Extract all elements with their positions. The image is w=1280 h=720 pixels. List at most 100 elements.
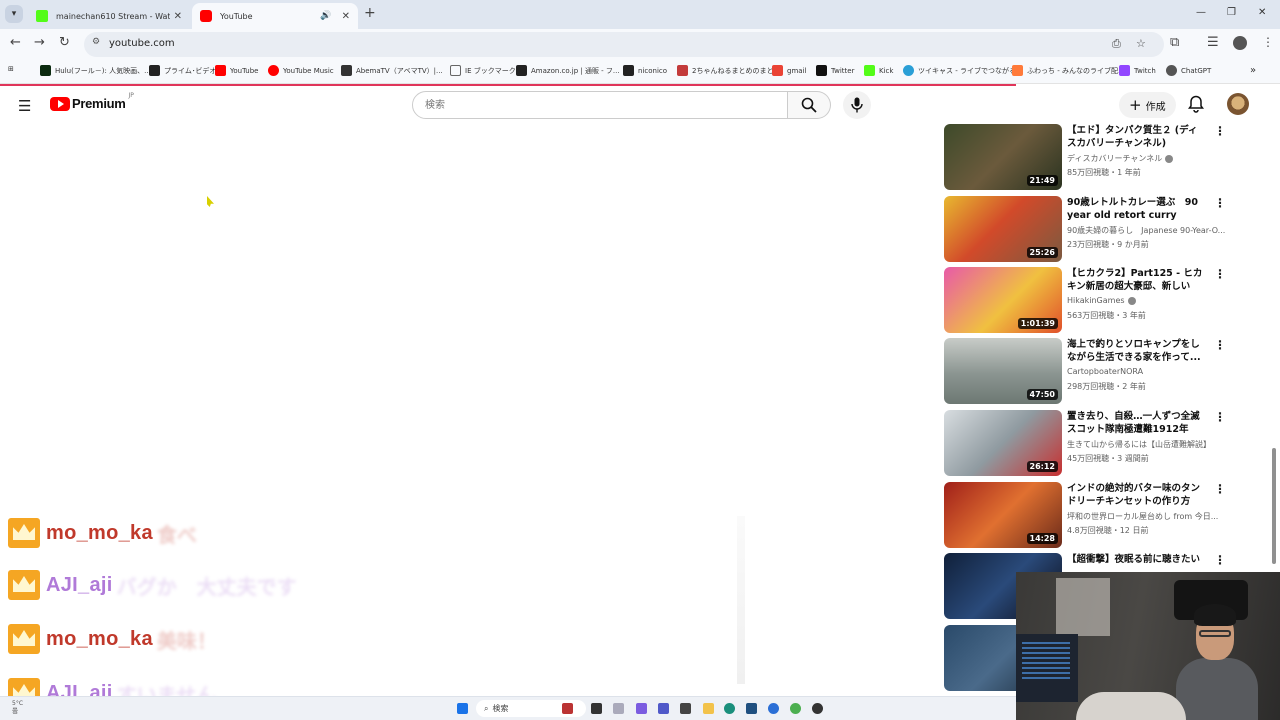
video-title[interactable]: 90歳レトルトカレー選ぶ 90 year old retort curry se… (1067, 196, 1205, 222)
bookmark-item[interactable]: Amazon.co.jp | 通販 - フ... (516, 65, 620, 76)
channel-name[interactable]: 90歳夫婦の暮らし Japanese 90-Year-O... (1067, 225, 1227, 236)
obs-icon[interactable] (812, 703, 823, 714)
video-title[interactable]: 【エド】タンパク質生２ (ディスカバリーチャンネル) (1067, 124, 1205, 150)
channel-name[interactable]: CartopboaterNORA (1067, 367, 1227, 376)
video-duration: 26:12 (1026, 461, 1058, 472)
channel-name[interactable]: 坪和の世界ローカル屋台めし from 今日... (1067, 511, 1227, 522)
menu-icon[interactable]: ☰ (18, 97, 31, 115)
video-thumbnail[interactable]: 47:50 (944, 338, 1062, 404)
restore-icon[interactable]: ❐ (1227, 7, 1236, 18)
more-actions-icon[interactable]: ⋮ (1214, 482, 1226, 496)
bookmark-item[interactable]: プライム･ビデオ (149, 65, 216, 76)
profile-avatar[interactable] (1233, 36, 1247, 50)
terminal-icon[interactable] (680, 703, 691, 714)
browser-menu-icon[interactable]: ⋮ (1262, 35, 1274, 49)
channel-name[interactable]: ディスカバリーチャンネル (1067, 153, 1227, 164)
recommended-video[interactable]: 21:49 【エド】タンパク質生２ (ディスカバリーチャンネル) ディスカバリー… (944, 124, 1234, 190)
new-tab-button[interactable]: + (364, 5, 376, 21)
youtube-icon (215, 65, 226, 76)
bookmark-item[interactable]: ツイキャス - ライブでつながる... (903, 65, 1023, 76)
start-menu-icon[interactable] (457, 703, 468, 714)
bookmark-label: YouTube Music (283, 66, 334, 75)
address-bar[interactable]: ⚙ youtube.com ⎙ ☆ (84, 32, 1164, 57)
widget-icon[interactable] (562, 703, 573, 714)
bookmark-item[interactable]: niconico (623, 65, 667, 76)
more-actions-icon[interactable]: ⋮ (1214, 124, 1226, 138)
reading-list-icon[interactable]: ☰ (1207, 35, 1219, 50)
video-thumbnail[interactable]: 21:49 (944, 124, 1062, 190)
bookmarks-overflow-icon[interactable]: » (1250, 65, 1256, 76)
weather-widget[interactable]: 5°C 曇 (12, 700, 23, 716)
teams-icon[interactable] (658, 703, 669, 714)
bookmark-item[interactable]: ふわっち - みんなのライブ配... (1012, 65, 1125, 76)
youtube-icon (200, 10, 212, 22)
more-actions-icon[interactable]: ⋮ (1214, 338, 1226, 352)
close-tab-icon[interactable]: ✕ (342, 11, 350, 22)
more-actions-icon[interactable]: ⋮ (1214, 410, 1226, 424)
bookmark-item[interactable]: YouTube (215, 65, 258, 76)
speaker-icon[interactable]: 🔊 (320, 11, 331, 21)
tab-kick-stream[interactable]: mainechan610 Stream - Watch Live o ✕ (28, 3, 190, 29)
page-scrollbar[interactable] (1272, 448, 1276, 564)
recommended-video[interactable]: 1:01:39 【ヒカクラ2】Part125 - ヒカキン新居の超大豪邸、新しい… (944, 267, 1234, 333)
video-title[interactable]: 置き去り、自殺…一人ずつ全滅 スコット隊南極遭難1912年【... (1067, 410, 1205, 436)
bookmark-label: Twitch (1134, 66, 1156, 75)
bookmark-folder[interactable]: IE ブックマーク (450, 65, 516, 76)
channel-name[interactable]: HikakinGames (1067, 296, 1227, 305)
tab-search-icon[interactable]: ▾ (5, 5, 23, 23)
close-window-icon[interactable]: ✕ (1258, 7, 1266, 18)
minimize-icon[interactable]: — (1196, 7, 1206, 18)
bookmark-item[interactable]: ChatGPT (1166, 65, 1211, 76)
bookmark-item[interactable]: Twitter (816, 65, 854, 76)
forward-icon[interactable]: → (34, 35, 45, 50)
bookmark-item[interactable]: Twitch (1119, 65, 1156, 76)
close-tab-icon[interactable]: ✕ (174, 11, 182, 22)
task-view-icon[interactable] (591, 703, 602, 714)
video-title[interactable]: 【超衝撃】夜眠る前に聴きたい (1067, 553, 1205, 566)
video-thumbnail[interactable]: 14:28 (944, 482, 1062, 548)
bookmark-item[interactable]: YouTube Music (268, 65, 334, 76)
bookmark-item[interactable]: gmail (772, 65, 806, 76)
youtube-logo[interactable]: Premium JP (50, 92, 134, 111)
video-title[interactable]: 【ヒカクラ2】Part125 - ヒカキン新居の超大豪邸、新しい家... (1067, 267, 1205, 293)
channel-name[interactable]: 生きて山から帰るには【山岳遭難解説】 (1067, 439, 1227, 450)
install-icon[interactable]: ⎙ (1112, 37, 1121, 51)
facebook-icon[interactable] (768, 703, 779, 714)
recommended-video[interactable]: 25:26 90歳レトルトカレー選ぶ 90 year old retort cu… (944, 196, 1234, 262)
account-avatar[interactable] (1227, 93, 1249, 115)
video-thumbnail[interactable]: 26:12 (944, 410, 1062, 476)
chrome-icon[interactable] (790, 703, 801, 714)
recommended-video[interactable]: 47:50 海上で釣りとソロキャンプをしながら生活できる家を作って... Car… (944, 338, 1234, 404)
create-button[interactable]: + 作成 (1119, 92, 1176, 118)
video-title[interactable]: インドの絶対的バター味のタンドリーチキンセットの作り方 /... (1067, 482, 1205, 508)
file-explorer-icon[interactable] (703, 703, 714, 714)
more-actions-icon[interactable]: ⋮ (1214, 196, 1226, 210)
more-actions-icon[interactable]: ⋮ (1214, 553, 1226, 567)
bookmark-label: gmail (787, 66, 807, 75)
tab-youtube[interactable]: YouTube 🔊 ✕ (192, 3, 358, 29)
back-icon[interactable]: ← (10, 35, 21, 50)
bookmark-star-icon[interactable]: ☆ (1136, 37, 1146, 50)
store-icon[interactable] (746, 703, 757, 714)
voice-search-button[interactable] (843, 91, 871, 119)
bookmark-item[interactable]: Kick (864, 65, 893, 76)
reload-icon[interactable]: ↻ (59, 35, 70, 50)
itunes-icon[interactable] (613, 703, 624, 714)
recommended-video[interactable]: 26:12 置き去り、自殺…一人ずつ全滅 スコット隊南極遭難1912年【... … (944, 410, 1234, 476)
bookmark-item[interactable]: AbemaTV（アベマTV）|... (341, 65, 443, 76)
video-thumbnail[interactable]: 25:26 (944, 196, 1062, 262)
search-button[interactable] (788, 91, 831, 119)
edge-icon[interactable] (724, 703, 735, 714)
site-info-icon[interactable]: ⚙ (92, 37, 100, 47)
bookmark-item[interactable]: Hulu(フール－): 人気映画、... (40, 65, 151, 76)
search-input[interactable] (413, 92, 787, 118)
notifications-bell-icon[interactable] (1188, 95, 1204, 113)
extensions-icon[interactable]: ⧉ (1170, 35, 1179, 50)
video-thumbnail[interactable]: 1:01:39 (944, 267, 1062, 333)
copilot-icon[interactable] (636, 703, 647, 714)
more-actions-icon[interactable]: ⋮ (1214, 267, 1226, 281)
video-title[interactable]: 海上で釣りとソロキャンプをしながら生活できる家を作って... (1067, 338, 1205, 364)
recommended-video[interactable]: 14:28 インドの絶対的バター味のタンドリーチキンセットの作り方 /... 坪… (944, 482, 1234, 548)
bookmark-item[interactable]: 2ちゃんねるまとめのまとめ (677, 65, 780, 76)
apps-icon[interactable]: ⊞ (8, 65, 14, 73)
